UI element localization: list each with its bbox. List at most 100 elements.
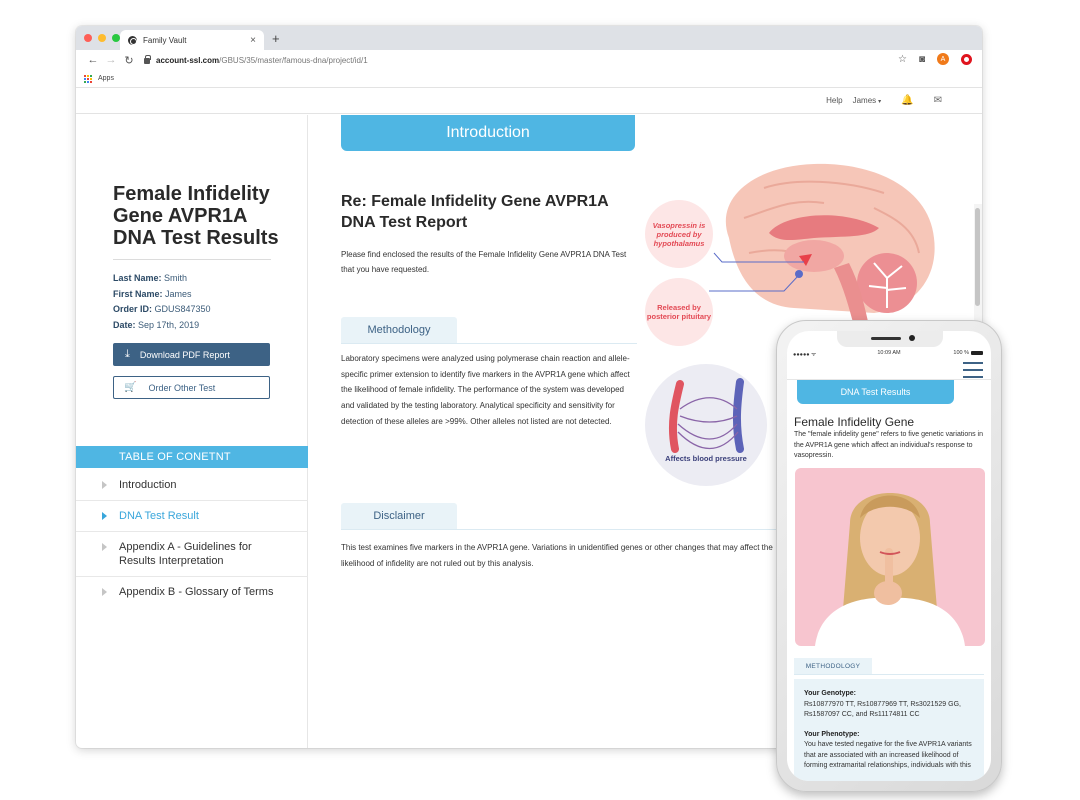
genotype-block: Your Genotype: Rs10877970 TT, Rs10877969… (804, 689, 974, 721)
download-pdf-label: Download PDF Report (139, 349, 230, 360)
toc-item-appendix-a[interactable]: Appendix A - Guidelines for Results Inte… (76, 532, 308, 577)
woman-shushing-image (815, 493, 965, 646)
cart-icon: 🛒 (124, 382, 137, 393)
customer-details: Last Name: Smith First Name: James Order… (113, 271, 211, 333)
phone-section-title: Female Infidelity Gene (794, 415, 915, 429)
close-window-button[interactable] (84, 34, 92, 42)
toc-item-label: Appendix A - Guidelines for Results Inte… (119, 541, 252, 567)
bookmark-star-icon[interactable]: ☆ (898, 54, 907, 65)
phone-section-description: The "female infidelity gene" refers to f… (794, 431, 984, 459)
blood-vessels-illustration: Affects blood pressure (645, 364, 767, 486)
caret-right-icon (102, 512, 107, 520)
opera-extension-icon[interactable] (961, 53, 972, 65)
hypothalamus-callout: Vasopressin is produced by hypothalamus (645, 200, 713, 268)
new-tab-button[interactable]: + (272, 32, 280, 46)
tab-bar: Family Vault × + (76, 26, 982, 50)
battery-indicator: 100 % (953, 350, 983, 356)
caret-right-icon (102, 481, 107, 489)
order-id-row: Order ID: GDUS847350 (113, 302, 211, 318)
close-tab-icon[interactable]: × (250, 35, 256, 46)
hamburger-menu-icon[interactable] (963, 362, 983, 378)
tab-title: Family Vault (143, 35, 187, 45)
front-camera (909, 335, 915, 341)
last-name-row: Last Name: Smith (113, 271, 211, 287)
toc-item-dna-test-result[interactable]: DNA Test Result (76, 501, 308, 532)
caret-right-icon (102, 543, 107, 551)
phone-mockup: ●●●●● ᯤ 10:09 AM 100 % DNA Test Results … (776, 320, 1002, 792)
report-heading: Female Infidelity Gene AVPR1A DNA Test R… (113, 183, 279, 249)
camera-icon[interactable]: ◙ (919, 54, 925, 65)
user-menu[interactable]: James ▾ (853, 96, 882, 105)
divider (341, 343, 637, 344)
reload-button[interactable]: ↻ (120, 54, 138, 67)
order-other-test-button[interactable]: 🛒 Order Other Test (113, 376, 270, 399)
toc-item-label: Appendix B - Glossary of Terms (119, 586, 274, 598)
battery-icon (971, 351, 983, 355)
order-id-label: Order ID: (113, 304, 153, 315)
genotype-label: Your Genotype: (804, 690, 856, 697)
user-name: James (852, 96, 877, 105)
divider (113, 259, 271, 260)
first-name-label: First Name: (113, 288, 163, 299)
genotype-value: Rs10877970 TT, Rs10877969 TT, Rs3021529 … (804, 700, 961, 719)
order-other-test-label: Order Other Test (148, 382, 216, 393)
download-icon: ⤓ (125, 348, 130, 360)
blood-vessels-icon (668, 378, 744, 453)
dna-results-banner: DNA Test Results (797, 380, 954, 404)
toc-item-label: Introduction (119, 479, 177, 491)
bell-icon[interactable]: 🔔 (901, 95, 913, 106)
phone-status-bar: ●●●●● ᯤ 10:09 AM 100 % (787, 350, 991, 360)
maximize-window-button[interactable] (112, 34, 120, 42)
thalamus (784, 240, 844, 272)
scrollbar-thumb[interactable] (975, 208, 980, 306)
introduction-banner: Introduction (341, 115, 635, 151)
speaker-grille (871, 337, 901, 340)
date-label: Date: (113, 319, 136, 330)
toc-item-label: DNA Test Result (119, 510, 199, 522)
back-button[interactable]: ← (84, 54, 102, 66)
phone-notch (837, 331, 943, 347)
woman-photo (795, 468, 985, 646)
toc-item-introduction[interactable]: Introduction (76, 470, 308, 501)
phone-methodology-panel: Your Genotype: Rs10877970 TT, Rs10877969… (794, 679, 984, 781)
help-link[interactable]: Help (826, 96, 842, 105)
bookmarks-bar: Apps (76, 70, 982, 88)
toc-heading: TABLE OF CONETNT (76, 446, 308, 468)
app-header: Help James ▾ 🔔 ✉ (76, 88, 982, 114)
browser-tab[interactable]: Family Vault × (120, 30, 264, 50)
phenotype-block: Your Phenotype: You have tested negative… (804, 730, 974, 772)
caret-right-icon (102, 588, 107, 596)
profile-avatar[interactable]: A (937, 53, 949, 65)
phone-methodology-tab: METHODOLOGY (794, 658, 872, 674)
phone-screen: ●●●●● ᯤ 10:09 AM 100 % DNA Test Results … (787, 331, 991, 781)
globe-icon (128, 35, 137, 45)
chevron-down-icon: ▾ (878, 99, 882, 105)
vessels-caption: Affects blood pressure (665, 454, 747, 463)
sidebar: Female Infidelity Gene AVPR1A DNA Test R… (76, 115, 308, 748)
window-controls (84, 34, 120, 42)
url-host: account-ssl.com (156, 55, 220, 65)
battery-percent: 100 % (953, 350, 969, 356)
methodology-tab: Methodology (341, 317, 457, 343)
disclaimer-tab: Disclaimer (341, 503, 457, 529)
first-name-value: James (165, 288, 192, 299)
last-name-value: Smith (164, 273, 188, 283)
minimize-window-button[interactable] (98, 34, 106, 42)
date-value: Sep 17th, 2019 (138, 319, 200, 330)
address-bar[interactable]: account-ssl.com /GBUS/35/master/famous-d… (144, 52, 864, 68)
divider (794, 674, 984, 675)
report-title: Re: Female Infidelity Gene AVPR1A DNA Te… (341, 193, 609, 231)
methodology-paragraph: Laboratory specimens were analyzed using… (341, 354, 630, 426)
url-path: /GBUS/35/master/famous-dna/project/id/1 (219, 55, 368, 65)
date-row: Date: Sep 17th, 2019 (113, 318, 211, 334)
order-id-value: GDUS847350 (154, 304, 211, 315)
mail-icon[interactable]: ✉ (934, 95, 942, 106)
first-name-row: First Name: James (113, 287, 211, 303)
disclaimer-paragraph: This test examines five markers in the A… (341, 543, 773, 568)
forward-button[interactable]: → (102, 54, 120, 66)
last-name-label: Last Name: (113, 273, 162, 283)
apps-bookmark[interactable]: Apps (98, 75, 114, 82)
toc-item-appendix-b[interactable]: Appendix B - Glossary of Terms (76, 577, 308, 607)
download-pdf-button[interactable]: ⤓ Download PDF Report (113, 343, 270, 366)
apps-grid-icon (84, 74, 92, 83)
